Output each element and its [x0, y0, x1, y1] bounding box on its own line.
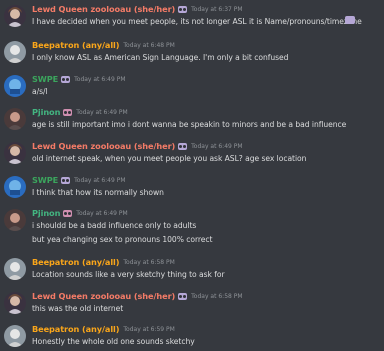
message-text: age is still important imo i dont wanna … — [32, 120, 347, 129]
timestamp: Today at 6:48 PM — [123, 41, 175, 49]
username[interactable]: Beepatron (any/all) — [32, 257, 120, 267]
username[interactable]: SWPE — [32, 74, 58, 84]
username[interactable]: Lewd Queen zoolooau (she/her) — [32, 141, 175, 151]
avatar[interactable] — [4, 209, 26, 231]
username[interactable]: Lewd Queen zoolooau (she/her) — [32, 4, 175, 14]
username[interactable]: Beepatron (any/all) — [32, 324, 120, 334]
message-text: a/s/l — [32, 87, 48, 96]
badge-icon — [178, 5, 188, 13]
avatar[interactable] — [4, 5, 26, 27]
avatar[interactable] — [4, 176, 26, 198]
username[interactable]: Pjinon — [32, 208, 60, 218]
avatar[interactable] — [4, 41, 26, 63]
avatar[interactable] — [4, 258, 26, 280]
avatar[interactable] — [4, 292, 26, 314]
badge-icon — [178, 292, 188, 300]
message-text: I have decided when you meet people, its… — [32, 17, 362, 26]
timestamp: Today at 6:37 PM — [191, 5, 243, 13]
username[interactable]: SWPE — [32, 175, 58, 185]
timestamp: Today at 6:49 PM — [74, 176, 126, 184]
message-text: I think that how its normally shown — [32, 188, 164, 197]
avatar[interactable] — [4, 325, 26, 347]
badge-icon — [63, 108, 73, 116]
timestamp: Today at 6:49 PM — [76, 209, 128, 217]
emoji-icon — [345, 16, 355, 24]
message-text: Location sounds like a very sketchy thin… — [32, 270, 225, 279]
message-text: this was the old internet — [32, 304, 124, 313]
badge-icon — [63, 209, 73, 217]
message-text: i shouldd be a badd influence only to ad… — [32, 221, 197, 230]
avatar[interactable] — [4, 75, 26, 97]
timestamp: Today at 6:49 PM — [191, 142, 243, 150]
badge-icon — [178, 142, 188, 150]
message-text: old internet speak, when you meet people… — [32, 154, 307, 163]
timestamp: Today at 6:58 PM — [123, 258, 175, 266]
timestamp: Today at 6:49 PM — [74, 75, 126, 83]
timestamp: Today at 6:59 PM — [123, 325, 175, 333]
username[interactable]: Beepatron (any/all) — [32, 40, 120, 50]
message-text: Honestly the whole old one sounds sketch… — [32, 337, 195, 346]
timestamp: Today at 6:58 PM — [191, 292, 243, 300]
username[interactable]: Lewd Queen zoolooau (she/her) — [32, 291, 175, 301]
avatar[interactable] — [4, 142, 26, 164]
badge-icon — [61, 75, 71, 83]
message-text: but yea changing sex to pronouns 100% co… — [32, 235, 213, 244]
badge-icon — [61, 176, 71, 184]
timestamp: Today at 6:49 PM — [76, 108, 128, 116]
avatar[interactable] — [4, 108, 26, 130]
username[interactable]: Pjinon — [32, 107, 60, 117]
message-text: I only know ASL as American Sign Languag… — [32, 53, 289, 62]
